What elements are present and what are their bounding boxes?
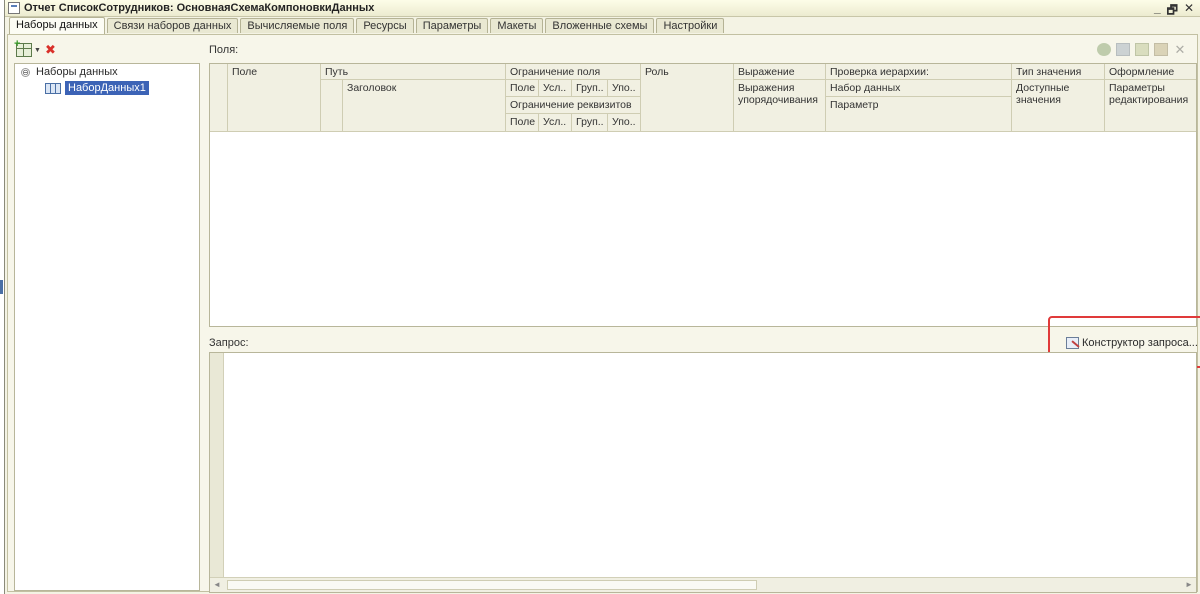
column-header-available-values[interactable]: Доступные значения — [1012, 80, 1105, 132]
query-label: Запрос: — [209, 337, 249, 349]
add-folder-icon[interactable] — [1135, 43, 1149, 56]
tree-row-dataset1[interactable]: НаборДанных1 — [15, 80, 199, 96]
query-constructor-button[interactable]: Конструктор запроса... — [1066, 335, 1198, 351]
tree-root-label: Наборы данных — [36, 66, 118, 78]
subheader-order-2[interactable]: Упо.. — [608, 114, 641, 132]
column-header-field-restriction[interactable]: Ограничение поля — [506, 64, 641, 80]
datasets-toolbar: + ▼ ✖ — [14, 39, 56, 59]
query-wizard-icon — [1066, 337, 1079, 349]
tab-datasets[interactable]: Наборы данных — [9, 17, 105, 34]
query-text-area[interactable]: ◄ ► — [209, 352, 1197, 593]
row-marker-header — [210, 64, 228, 132]
fields-toolbar: ✕ — [1097, 43, 1187, 56]
window-controls: _ 🗗 ✕ — [1154, 1, 1194, 22]
designer-window: Отчет СписокСотрудников: ОсновнаяСхемаКо… — [4, 0, 1200, 594]
add-field-icon[interactable] — [1097, 43, 1111, 56]
subheader-field[interactable]: Поле — [506, 80, 539, 97]
column-header-parameter[interactable]: Параметр — [826, 97, 1012, 132]
column-header-role[interactable]: Роль — [641, 64, 734, 132]
scrollbar-thumb[interactable] — [227, 580, 757, 590]
title-bar: Отчет СписокСотрудников: ОсновнаяСхемаКо… — [5, 0, 1200, 17]
column-header-value-type[interactable]: Тип значения — [1012, 64, 1105, 80]
column-header-edit-params[interactable]: Параметры редактирования — [1105, 80, 1196, 132]
horizontal-scrollbar[interactable]: ◄ ► — [210, 577, 1196, 592]
tab-settings[interactable]: Настройки — [656, 18, 725, 33]
datasets-panel: + ▼ ✖ ⊖ Наборы данных НаборДанных1 Поля:… — [7, 34, 1200, 593]
tree-row-root[interactable]: ⊖ Наборы данных — [15, 64, 199, 80]
line-number-gutter — [210, 353, 224, 577]
fields-grid[interactable]: Поле Путь Заголовок Ограничение поля Пол… — [209, 63, 1197, 327]
column-header-appearance[interactable]: Оформление — [1105, 64, 1196, 80]
column-header-attribute-restriction[interactable]: Ограничение реквизитов — [506, 97, 641, 114]
column-header-field[interactable]: Поле — [228, 64, 321, 132]
window-title: Отчет СписокСотрудников: ОсновнаяСхемаКо… — [24, 2, 375, 14]
tree-item-label[interactable]: НаборДанных1 — [65, 81, 149, 95]
tab-resources[interactable]: Ресурсы — [356, 18, 414, 33]
subheader-group-2[interactable]: Груп.. — [572, 114, 608, 132]
dropdown-arrow-icon[interactable]: ▼ — [34, 47, 41, 54]
datasets-tree[interactable]: ⊖ Наборы данных НаборДанных1 — [14, 63, 200, 591]
restore-button[interactable]: 🗗 — [1167, 1, 1178, 22]
subheader-condition-2[interactable]: Усл.. — [539, 114, 572, 132]
tab-parameters[interactable]: Параметры — [415, 18, 489, 33]
close-button[interactable]: ✕ — [1184, 1, 1194, 22]
tab-nested-schemas[interactable]: Вложенные схемы — [545, 18, 655, 33]
tab-bar: Наборы данных Связи наборов данных Вычис… — [9, 17, 726, 34]
delete-icon[interactable]: ✖ — [45, 43, 56, 57]
column-header-path[interactable]: Путь — [321, 64, 506, 80]
collapse-toggle-icon[interactable]: ⊖ — [21, 67, 30, 77]
tab-calculated-fields[interactable]: Вычисляемые поля — [240, 18, 355, 33]
left-edge-marker — [0, 280, 3, 294]
minimize-button[interactable]: _ — [1154, 1, 1161, 22]
subheader-condition[interactable]: Усл.. — [539, 80, 572, 97]
window-icon — [8, 2, 20, 14]
column-header-hierarchy-check[interactable]: Проверка иерархии: — [826, 64, 1012, 80]
scroll-left-icon[interactable]: ◄ — [210, 579, 224, 591]
column-header-dataset[interactable]: Набор данных — [826, 80, 1012, 97]
column-header-order-expr[interactable]: Выражения упорядочивания — [734, 80, 826, 132]
subheader-field-2[interactable]: Поле — [506, 114, 539, 132]
column-header-presentation-expr[interactable]: Выражение пред.. — [734, 64, 826, 80]
copy-icon[interactable] — [1116, 43, 1130, 56]
indent-cell — [321, 80, 343, 132]
column-header-title[interactable]: Заголовок — [343, 80, 506, 132]
subheader-order[interactable]: Упо.. — [608, 80, 641, 97]
scroll-right-icon[interactable]: ► — [1182, 579, 1196, 591]
query-constructor-label: Конструктор запроса... — [1082, 337, 1198, 349]
subheader-group[interactable]: Груп.. — [572, 80, 608, 97]
folder-icon[interactable] — [1154, 43, 1168, 56]
table-icon — [45, 82, 61, 94]
tab-dataset-links[interactable]: Связи наборов данных — [106, 18, 239, 33]
fields-label: Поля: — [209, 44, 239, 56]
tab-templates[interactable]: Макеты — [490, 18, 544, 33]
delete-field-icon[interactable]: ✕ — [1173, 43, 1187, 56]
add-dataset-icon[interactable]: + — [14, 39, 32, 57]
